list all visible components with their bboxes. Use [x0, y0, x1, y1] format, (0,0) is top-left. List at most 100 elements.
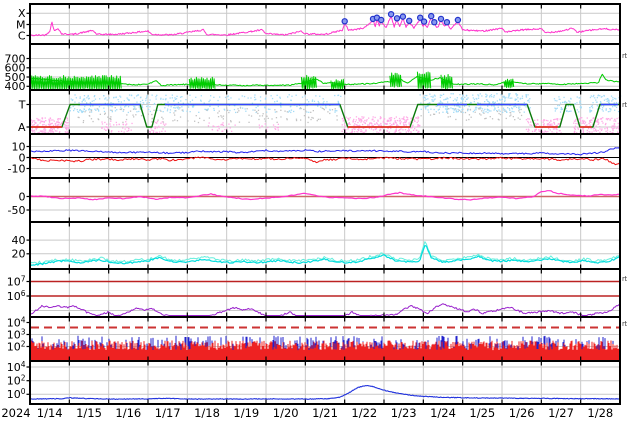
- scatter-dot: [507, 107, 509, 109]
- scatter-dot: [408, 128, 410, 130]
- scatter-dot: [553, 119, 555, 121]
- scatter-dot: [336, 119, 338, 121]
- scatter-dot: [151, 118, 153, 120]
- scatter-dot: [39, 130, 41, 132]
- scatter-dot: [579, 102, 581, 104]
- scatter-dot: [559, 118, 561, 120]
- scatter-dot: [428, 111, 430, 113]
- scatter-dot: [200, 95, 202, 97]
- scatter-dot: [556, 131, 558, 133]
- scatter-dot: [388, 117, 390, 119]
- scatter-dot: [596, 97, 598, 99]
- scatter-dot: [287, 96, 289, 98]
- scatter-dot: [67, 127, 69, 130]
- scatter-dot: [334, 94, 336, 97]
- scatter-dot: [264, 106, 266, 108]
- scatter-dot: [445, 98, 447, 100]
- scatter-dot: [455, 109, 457, 111]
- scatter-dot: [600, 118, 602, 120]
- scatter-dot: [208, 122, 210, 124]
- scatter-dot: [538, 129, 540, 131]
- scatter-dot: [59, 118, 61, 120]
- scatter-dot: [612, 106, 614, 108]
- scatter-dot: [373, 120, 375, 122]
- scatter-dot: [70, 107, 72, 109]
- scatter-dot: [322, 108, 325, 110]
- scatter-dot: [90, 111, 93, 113]
- scatter-dot: [93, 100, 95, 102]
- scatter-dot: [496, 100, 498, 102]
- scatter-dot: [403, 119, 406, 121]
- scatter-dot: [323, 100, 325, 103]
- scatter-dot: [591, 107, 594, 109]
- scatter-dot: [228, 111, 230, 114]
- scatter-dot: [172, 120, 174, 122]
- scatter-dot: [59, 123, 61, 125]
- scatter-dot: [515, 93, 517, 95]
- scatter-dot: [574, 125, 577, 127]
- scatter-dot: [404, 129, 407, 131]
- scatter-dot: [509, 97, 511, 99]
- scatter-dot: [216, 126, 218, 128]
- scatter-dot: [525, 94, 527, 96]
- scatter-dot: [501, 102, 503, 104]
- scatter-dot: [217, 99, 219, 102]
- date-label: 1/21: [312, 406, 338, 420]
- scatter-dot: [198, 111, 200, 113]
- scatter-dot: [31, 121, 33, 124]
- scatter-dot: [36, 127, 38, 129]
- scatter-dot: [443, 99, 445, 101]
- scatter-dot: [78, 111, 80, 113]
- scatter-dot: [494, 101, 496, 103]
- scatter-dot: [110, 120, 112, 122]
- scatter-dot: [431, 99, 433, 101]
- scatter-dot: [64, 124, 66, 126]
- scatter-dot: [462, 98, 464, 100]
- scatter-dot: [44, 129, 46, 131]
- scatter-dot: [149, 110, 151, 113]
- scatter-dot: [364, 122, 366, 124]
- scatter-dot: [481, 95, 483, 97]
- scatter-dot: [33, 124, 35, 126]
- date-label: 1/25: [469, 406, 495, 420]
- scatter-dot: [179, 107, 181, 109]
- scatter-dot: [308, 117, 310, 119]
- scatter-dot: [573, 126, 575, 128]
- scatter-dot: [402, 122, 405, 124]
- scatter-dot: [477, 97, 480, 99]
- scatter-dot: [274, 109, 276, 111]
- scatter-dot: [149, 106, 151, 108]
- scatter-dot: [162, 98, 164, 100]
- scatter-dot: [508, 95, 510, 97]
- scatter-dot: [321, 107, 323, 109]
- scatter-dot: [525, 119, 528, 121]
- scatter-dot: [280, 116, 282, 118]
- scatter-dot: [189, 94, 191, 96]
- scatter-dot: [110, 102, 112, 104]
- scatter-dot: [266, 115, 268, 117]
- scatter-dot: [336, 115, 338, 117]
- scatter-dot: [615, 102, 618, 104]
- scatter-dot: [556, 100, 558, 102]
- scatter-dot: [120, 96, 122, 98]
- scatter-dot: [528, 118, 530, 120]
- scatter-dot: [138, 106, 140, 108]
- y-axis-label: -50: [8, 204, 26, 217]
- scatter-dot: [601, 120, 603, 122]
- scatter-dot: [566, 101, 568, 104]
- flare-marker: [393, 15, 401, 22]
- scatter-dot: [189, 111, 191, 113]
- scatter-dot: [579, 97, 581, 99]
- scatter-dot: [610, 95, 613, 97]
- scatter-dot: [114, 107, 116, 109]
- scatter-dot: [417, 120, 419, 122]
- scatter-dot: [167, 101, 169, 103]
- scatter-dot: [265, 97, 267, 99]
- scatter-dot: [351, 131, 354, 133]
- scatter-dot: [608, 101, 610, 103]
- scatter-dot: [582, 119, 584, 122]
- scatter-dot: [456, 99, 458, 101]
- scatter-dot: [468, 114, 471, 116]
- scatter-dot: [135, 108, 137, 110]
- scatter-dot: [111, 111, 113, 113]
